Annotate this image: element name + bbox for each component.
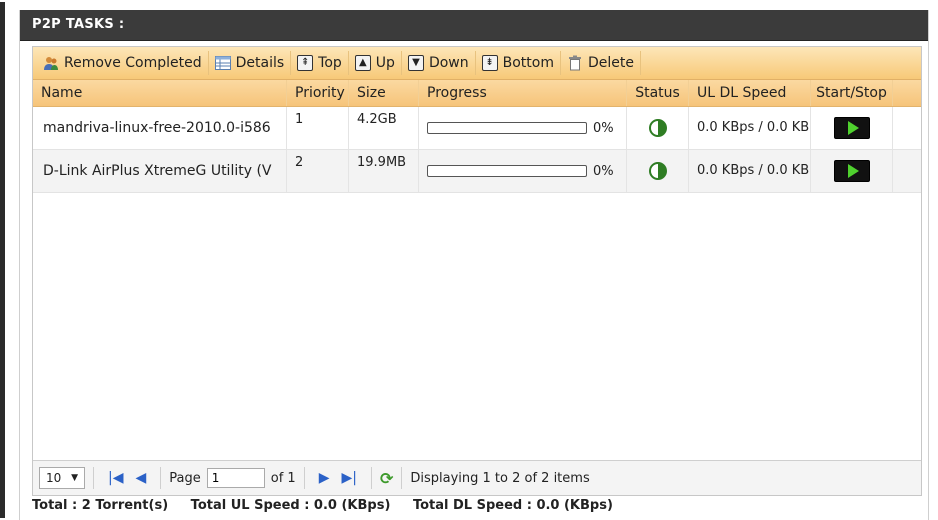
play-button[interactable] <box>833 116 870 139</box>
last-page-icon[interactable]: ▶| <box>341 470 356 486</box>
row-name: D-Link AirPlus XtremeG Utility (V <box>33 150 287 192</box>
trash-icon <box>567 55 583 71</box>
col-priority-header[interactable]: Priority <box>287 80 349 106</box>
up-label: Up <box>375 55 395 71</box>
move-bottom-icon: ⇟ <box>481 55 498 71</box>
pager-divider <box>370 467 372 489</box>
first-page-icon[interactable]: |◀ <box>108 470 123 486</box>
total-dl-speed: Total DL Speed : 0.0 (KBps) <box>412 498 613 513</box>
row-speed: 0.0 KBps / 0.0 KBps <box>689 150 811 192</box>
details-label: Details <box>235 55 285 71</box>
top-label: Top <box>318 55 342 71</box>
page-size-select[interactable]: 10 ▼ <box>39 467 85 489</box>
down-label: Down <box>428 55 469 71</box>
page-label: Page <box>169 470 201 486</box>
col-progress-header[interactable]: Progress <box>419 80 627 106</box>
page-number-input[interactable] <box>206 468 265 488</box>
col-name-header[interactable]: Name <box>33 80 287 106</box>
table-row[interactable]: mandriva-linux-free-2010.0-i586 1 4.2GB … <box>33 107 921 150</box>
col-speed-header[interactable]: UL DL Speed <box>689 80 811 106</box>
move-down-icon: ▼ <box>407 55 424 71</box>
delete-button[interactable]: Delete <box>561 51 641 75</box>
play-button[interactable] <box>833 159 870 182</box>
table-icon <box>214 55 231 71</box>
play-icon <box>847 120 859 135</box>
panel-title: P2P TASKS : <box>20 10 928 41</box>
pager-display-text: Displaying 1 to 2 of 2 items <box>410 470 590 486</box>
row-speed: 0.0 KBps / 0.0 KBps <box>689 107 811 149</box>
row-size: 19.9MB <box>349 150 419 192</box>
window-edge <box>0 2 5 518</box>
p2p-tasks-panel: P2P TASKS : Remove Completed Details ⇞ T… <box>19 10 929 520</box>
progress-text: 0% <box>593 163 614 179</box>
row-status <box>627 150 689 192</box>
row-startstop <box>811 150 893 192</box>
up-button[interactable]: ▲ Up <box>349 51 402 75</box>
row-status <box>627 107 689 149</box>
totals-bar: Total : 2 Torrent(s) Total UL Speed : 0.… <box>32 498 631 513</box>
progress-bar <box>427 165 587 177</box>
users-icon <box>43 55 59 71</box>
table-row[interactable]: D-Link AirPlus XtremeG Utility (V 2 19.9… <box>33 150 921 193</box>
total-torrents: Total : 2 Torrent(s) <box>32 498 169 513</box>
pause-status-icon <box>648 118 667 137</box>
move-up-icon: ▲ <box>354 55 371 71</box>
page-of-label: of 1 <box>270 470 296 486</box>
col-startstop-header[interactable]: Start/Stop <box>811 80 893 106</box>
remove-completed-label: Remove Completed <box>64 55 202 71</box>
pager-divider <box>303 467 305 489</box>
row-priority: 1 <box>287 107 349 149</box>
next-page-icon[interactable]: ▶ <box>319 470 330 486</box>
row-name: mandriva-linux-free-2010.0-i586 <box>33 107 287 149</box>
table-header: Name Priority Size Progress Status UL DL… <box>33 80 921 107</box>
page-size-value: 10 <box>46 471 62 485</box>
chevron-down-icon: ▼ <box>71 473 78 483</box>
prev-page-icon[interactable]: ◀ <box>135 470 146 486</box>
pager-divider <box>401 467 403 489</box>
tasks-grid: Remove Completed Details ⇞ Top ▲ Up ▼ Do… <box>32 46 922 496</box>
pager-divider <box>93 467 94 489</box>
bottom-label: Bottom <box>502 55 554 71</box>
top-button[interactable]: ⇞ Top <box>291 51 349 75</box>
row-progress: 0% <box>419 150 627 192</box>
pager-bar: 10 ▼ |◀ ◀ Page of 1 ▶ ▶| ⟳ Displaying 1 … <box>33 460 921 495</box>
refresh-icon[interactable]: ⟳ <box>380 469 393 488</box>
col-size-header[interactable]: Size <box>349 80 419 106</box>
row-priority: 2 <box>287 150 349 192</box>
col-status-header[interactable]: Status <box>627 80 689 106</box>
play-icon <box>847 163 859 178</box>
row-startstop <box>811 107 893 149</box>
pause-status-icon <box>648 161 667 180</box>
total-ul-speed: Total UL Speed : 0.0 (KBps) <box>190 498 391 513</box>
pager-divider <box>160 467 162 489</box>
grid-toolbar: Remove Completed Details ⇞ Top ▲ Up ▼ Do… <box>33 47 921 80</box>
bottom-button[interactable]: ⇟ Bottom <box>476 51 561 75</box>
details-button[interactable]: Details <box>209 51 292 75</box>
row-size: 4.2GB <box>349 107 419 149</box>
remove-completed-button[interactable]: Remove Completed <box>37 51 209 75</box>
move-top-icon: ⇞ <box>297 55 314 71</box>
down-button[interactable]: ▼ Down <box>402 51 476 75</box>
delete-label: Delete <box>587 55 634 71</box>
progress-text: 0% <box>593 120 614 136</box>
row-progress: 0% <box>419 107 627 149</box>
progress-bar <box>427 122 587 134</box>
